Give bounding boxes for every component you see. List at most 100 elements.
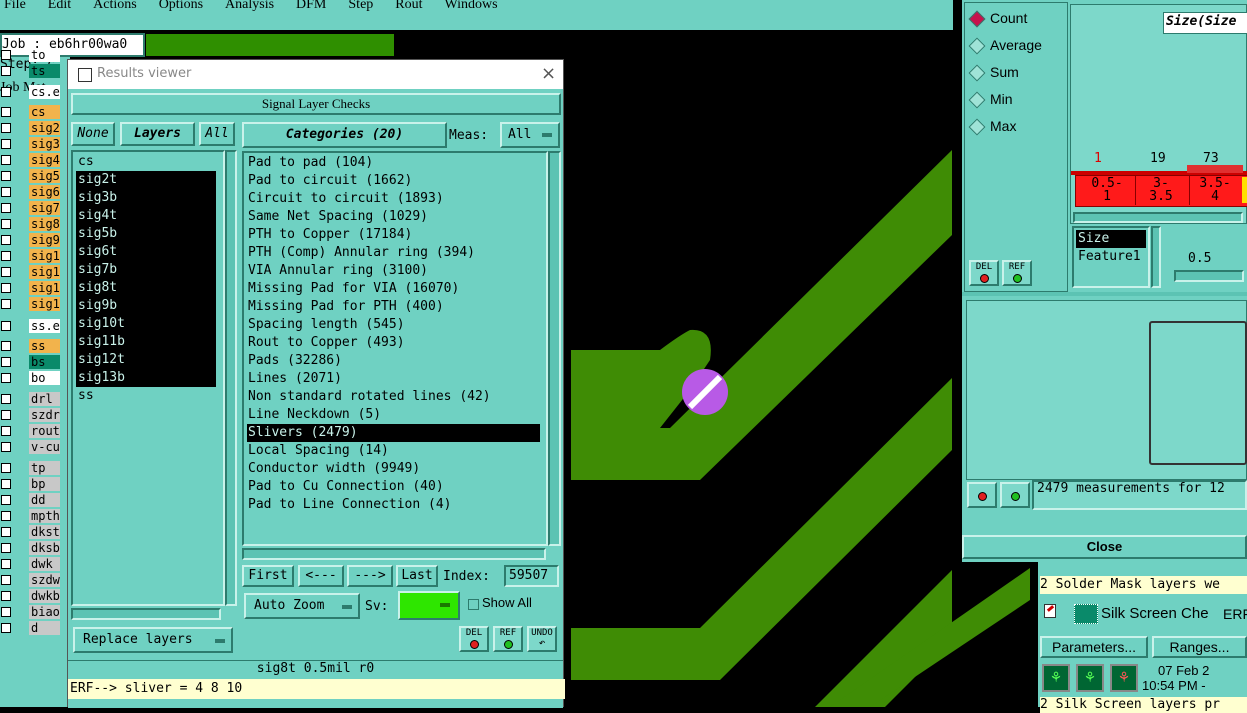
layer-list-item[interactable]: sig8t	[76, 279, 216, 297]
layer-checkbox[interactable]	[1, 155, 11, 165]
category-list-item[interactable]: Non standard rotated lines (42)	[247, 388, 540, 406]
layer-checkbox[interactable]	[1, 321, 11, 331]
field-list-item[interactable]: Feature1	[1076, 248, 1146, 266]
left-layer-tag[interactable]: ts	[29, 64, 60, 78]
layer-checkbox[interactable]	[1, 394, 11, 404]
next-button[interactable]: --->	[347, 565, 393, 587]
layer-list-item[interactable]: sig7b	[76, 261, 216, 279]
none-button[interactable]: None	[71, 122, 115, 146]
sv-color-dropdown[interactable]	[398, 591, 460, 620]
stat-radio-average[interactable]: Average	[968, 35, 1068, 55]
layer-checkbox[interactable]	[1, 527, 11, 537]
menu-item-actions[interactable]: Actions	[93, 0, 137, 12]
category-list-item[interactable]: Missing Pad for VIA (16070)	[247, 280, 540, 298]
left-layer-tag[interactable]: bs	[29, 355, 60, 369]
menu-item-dfm[interactable]: DFM	[296, 0, 326, 12]
left-layer-tag[interactable]: ss	[29, 339, 60, 353]
left-layer-tag[interactable]: sig6	[29, 185, 60, 199]
layer-checkbox[interactable]	[1, 203, 11, 213]
stat-radio-sum[interactable]: Sum	[968, 62, 1068, 82]
layer-checkbox[interactable]	[1, 426, 11, 436]
value-slider[interactable]	[1174, 270, 1244, 282]
left-layer-tag[interactable]: sig1	[29, 297, 60, 311]
layer-checkbox[interactable]	[1, 575, 11, 585]
menu-item-step[interactable]: Step	[348, 0, 373, 12]
layer-checkbox[interactable]	[1, 463, 11, 473]
left-layer-tag[interactable]: sig1	[29, 265, 60, 279]
left-layer-tag[interactable]: dksb	[29, 541, 60, 555]
category-list-item[interactable]: Pad to Cu Connection (40)	[247, 478, 540, 496]
category-list-item[interactable]: Pads (32286)	[247, 352, 540, 370]
category-list-item[interactable]: Local Spacing (14)	[247, 442, 540, 460]
left-layer-tag[interactable]: mpth	[29, 509, 60, 523]
left-layer-tag[interactable]: sig2	[29, 121, 60, 135]
stat-radio-count[interactable]: Count	[968, 8, 1068, 28]
prev-button[interactable]: <---	[298, 565, 344, 587]
categories-hscrollbar[interactable]	[242, 548, 546, 560]
left-layer-tag[interactable]: sig4	[29, 153, 60, 167]
ranges-button[interactable]: Ranges...	[1152, 636, 1247, 658]
category-list-item[interactable]: Line Neckdown (5)	[247, 406, 540, 424]
left-layer-tag[interactable]: dd	[29, 493, 60, 507]
category-list-item[interactable]: Conductor width (9949)	[247, 460, 540, 478]
field-list-item[interactable]: Size	[1076, 230, 1146, 248]
layer-list-item[interactable]: sig3b	[76, 189, 216, 207]
close-icon[interactable]: ×	[541, 63, 556, 84]
ref-button[interactable]: REF	[1002, 260, 1032, 286]
layer-list-item[interactable]: sig10t	[76, 315, 216, 333]
layer-list-item[interactable]: sig4t	[76, 207, 216, 225]
category-list-item[interactable]: PTH to Copper (17184)	[247, 226, 540, 244]
left-layer-tag[interactable]: bo	[29, 371, 60, 385]
left-layer-tag[interactable]: cs.e	[29, 85, 60, 99]
left-layer-tag[interactable]: ss.e	[29, 319, 60, 333]
layer-checkbox[interactable]	[1, 511, 11, 521]
menu-item-rout[interactable]: Rout	[395, 0, 422, 12]
category-list-item[interactable]: Pad to Line Connection (4)	[247, 496, 540, 514]
layer-checkbox[interactable]	[1, 50, 11, 60]
category-list-item[interactable]: Lines (2071)	[247, 370, 540, 388]
stat-radio-min[interactable]: Min	[968, 89, 1068, 109]
left-layer-tag[interactable]: biao	[29, 605, 60, 619]
category-list-item[interactable]: Pad to pad (104)	[247, 154, 540, 172]
fields-list[interactable]: Size Feature1	[1072, 226, 1150, 288]
layer-checkbox[interactable]	[1, 87, 11, 97]
layer-checkbox[interactable]	[1, 139, 11, 149]
histogram-bin[interactable]: 3.5- 4	[1191, 177, 1239, 203]
undo-button[interactable]: UNDO ↶	[527, 626, 557, 652]
layer-checkbox[interactable]	[1, 341, 11, 351]
parameters-button[interactable]: Parameters...	[1040, 636, 1148, 658]
menu-item-file[interactable]: File	[4, 0, 26, 12]
left-layer-tag[interactable]: szdr	[29, 408, 60, 422]
left-layer-tag[interactable]: d	[29, 621, 60, 635]
histogram-bin[interactable]: 0.5- 1	[1083, 177, 1131, 203]
del-button[interactable]: DEL	[969, 260, 999, 286]
category-list-item[interactable]: Circuit to circuit (1893)	[247, 190, 540, 208]
meas-dropdown[interactable]: All	[500, 122, 560, 148]
layer-list-item[interactable]: sig11b	[76, 333, 216, 351]
del-button[interactable]	[967, 482, 997, 508]
histogram-scrollbar[interactable]	[1073, 212, 1243, 223]
first-button[interactable]: First	[242, 565, 294, 587]
auto-zoom-dropdown[interactable]: Auto Zoom	[244, 593, 360, 619]
layer-checkbox[interactable]	[1, 107, 11, 117]
left-layer-tag[interactable]: to	[29, 48, 60, 62]
layer-list-item[interactable]: ss	[76, 387, 216, 405]
left-layer-tag[interactable]: v-cu	[29, 440, 60, 454]
left-layer-tag[interactable]: sig8	[29, 217, 60, 231]
layer-checkbox[interactable]	[1, 123, 11, 133]
layer-checkbox[interactable]	[1, 187, 11, 197]
layer-checkbox[interactable]	[1, 283, 11, 293]
layers-list[interactable]: cs sig2t sig3b sig4t sig5b sig6t sig7b sig8t sig…	[71, 150, 225, 606]
menu-item-analysis[interactable]: Analysis	[225, 0, 274, 12]
left-layer-tag[interactable]: sig9	[29, 233, 60, 247]
left-layer-tag[interactable]: sig5	[29, 169, 60, 183]
layer-checkbox[interactable]	[1, 495, 11, 505]
categories-button[interactable]: Categories (20)	[242, 122, 447, 148]
run-icon-3[interactable]: ⚘	[1110, 664, 1138, 692]
left-layer-tag[interactable]: dkst	[29, 525, 60, 539]
layer-checkbox[interactable]	[1, 543, 11, 553]
menu-item-windows[interactable]: Windows	[445, 0, 498, 12]
left-layer-tag[interactable]: sig1	[29, 249, 60, 263]
layer-checkbox[interactable]	[1, 623, 11, 633]
layer-checkbox[interactable]	[1, 442, 11, 452]
